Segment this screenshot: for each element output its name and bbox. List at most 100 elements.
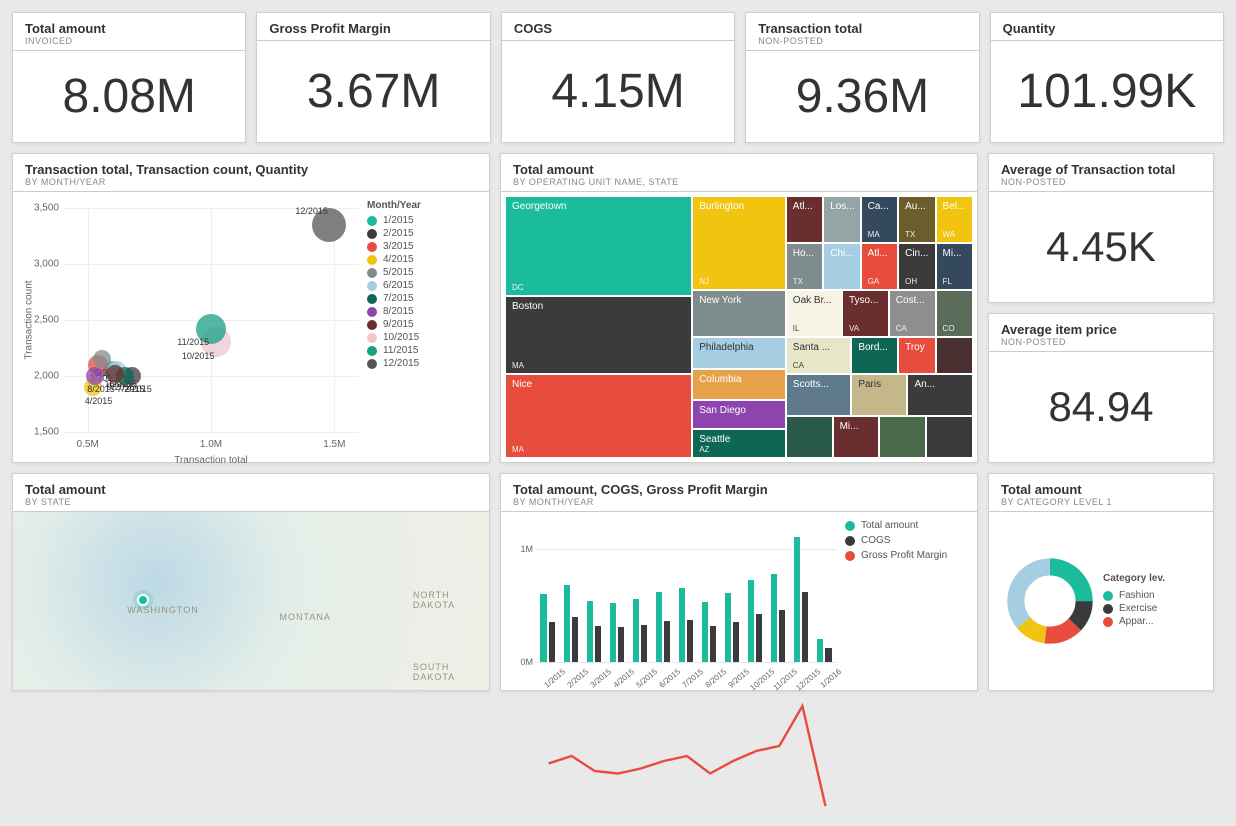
treemap-tile[interactable]: San Diego	[692, 400, 786, 429]
legend-item[interactable]: 2/2015	[367, 228, 479, 239]
treemap-tile[interactable]: Scotts...	[786, 374, 852, 416]
kpi-cogs[interactable]: COGS 4.15M	[501, 12, 735, 143]
kpi-sub: NON-POSTED	[1001, 177, 1201, 187]
kpi-title: Gross Profit Margin	[269, 21, 477, 36]
kpi-value: 9.36M	[746, 51, 978, 142]
kpi-title: Quantity	[1003, 21, 1211, 36]
treemap-area[interactable]: GeorgetownDCBostonMANiceMABurlingtonNJAt…	[505, 196, 973, 458]
treemap-tile[interactable]: Chi...	[823, 243, 860, 290]
dot-icon	[367, 333, 377, 343]
treemap-tile[interactable]: Troy	[898, 337, 935, 374]
treemap-tile[interactable]: Atl...	[786, 196, 823, 243]
legend-item[interactable]: 3/2015	[367, 241, 479, 252]
treemap-tile[interactable]: SeattleAZ	[692, 429, 786, 458]
chart-bar-monthly[interactable]: Total amount, COGS, Gross Profit MarginB…	[500, 473, 978, 691]
treemap-tile[interactable]: Mi...FL	[936, 243, 973, 290]
kpi-gross-profit-margin[interactable]: Gross Profit Margin 3.67M	[256, 12, 490, 143]
kpi-title: Average of Transaction total	[1001, 162, 1201, 177]
y-tick: 3,500	[23, 203, 59, 214]
x-axis-label: Transaction total	[174, 455, 248, 466]
treemap-tile[interactable]: Tyso...VA	[842, 290, 889, 337]
side-kpi-column: Average of Transaction totalNON-POSTED 4…	[988, 153, 1214, 463]
kpi-value: 3.67M	[257, 41, 489, 142]
legend-item[interactable]: COGS	[845, 535, 967, 546]
dot-icon	[367, 255, 377, 265]
scatter-point[interactable]	[106, 365, 124, 383]
kpi-avg-transaction-total[interactable]: Average of Transaction totalNON-POSTED 4…	[988, 153, 1214, 303]
treemap-tile[interactable]: Cost...CA	[889, 290, 936, 337]
legend-item[interactable]: Appar...	[1103, 616, 1203, 627]
chart-scatter-monthly[interactable]: Transaction total, Transaction count, Qu…	[12, 153, 490, 463]
legend-item[interactable]: 12/2015	[367, 358, 479, 369]
row-3: Total amountBY STATE WASHINGTON MONTANA …	[12, 473, 1224, 691]
chart-treemap-operating-unit[interactable]: Total amountBY OPERATING UNIT NAME, STAT…	[500, 153, 978, 463]
kpi-sub: NON-POSTED	[1001, 337, 1201, 347]
treemap-tile[interactable]: Mi...	[833, 416, 880, 458]
treemap-tile[interactable]	[936, 337, 973, 374]
treemap-tile[interactable]	[879, 416, 926, 458]
treemap-tile[interactable]: Paris	[851, 374, 907, 416]
dot-icon	[367, 346, 377, 356]
treemap-tile[interactable]: CO	[936, 290, 973, 337]
scatter-point-label: 12/2015	[295, 206, 328, 216]
scatter-point[interactable]	[86, 367, 104, 385]
treemap-tile[interactable]: Au...TX	[898, 196, 935, 243]
legend-item[interactable]: 8/2015	[367, 306, 479, 317]
treemap-tile[interactable]: Los...	[823, 196, 860, 243]
treemap-tile[interactable]: Santa ...CA	[786, 337, 852, 374]
treemap-tile[interactable]: BostonMA	[505, 296, 692, 375]
dot-icon	[367, 242, 377, 252]
treemap-tile[interactable]: BurlingtonNJ	[692, 196, 786, 290]
treemap-tile[interactable]: An...	[907, 374, 973, 416]
y-tick: 1M	[511, 544, 533, 554]
donut-chart[interactable]	[1005, 556, 1095, 646]
legend-item[interactable]: 4/2015	[367, 254, 479, 265]
legend-item[interactable]: Exercise	[1103, 603, 1203, 614]
treemap-tile[interactable]: Bord...	[851, 337, 898, 374]
legend-item[interactable]: Total amount	[845, 520, 967, 531]
donut-segment[interactable]	[1016, 567, 1084, 635]
treemap-tile[interactable]: Ca...MA	[861, 196, 898, 243]
gross-profit-line[interactable]	[537, 526, 837, 826]
legend-item[interactable]: 6/2015	[367, 280, 479, 291]
y-tick: 1,500	[23, 427, 59, 438]
treemap-tile[interactable]: Ho...TX	[786, 243, 823, 290]
map-area[interactable]: WASHINGTON MONTANA NORTH DAKOTA SOUTH DA…	[13, 512, 489, 690]
legend-item[interactable]: 9/2015	[367, 319, 479, 330]
kpi-transaction-total[interactable]: Transaction totalNON-POSTED 9.36M	[745, 12, 979, 143]
legend-item[interactable]: 10/2015	[367, 332, 479, 343]
kpi-quantity[interactable]: Quantity 101.99K	[990, 12, 1224, 143]
treemap-tile[interactable]	[786, 416, 833, 458]
legend-item[interactable]: 7/2015	[367, 293, 479, 304]
scatter-plot-area[interactable]: Transaction count Transaction total 1,50…	[63, 208, 359, 432]
treemap-tile[interactable]: Columbia	[692, 369, 786, 400]
treemap-tile[interactable]: Oak Br...IL	[786, 290, 842, 337]
chart-title: Total amount, COGS, Gross Profit Margin	[513, 482, 965, 497]
bar-plot-area[interactable]: 0M1M 1/2015 2/2015 3/2015 4/2015 5/2015	[537, 526, 837, 662]
treemap-tile[interactable]: New York	[692, 290, 786, 337]
legend-item[interactable]: 5/2015	[367, 267, 479, 278]
kpi-sub: INVOICED	[25, 36, 233, 46]
legend-item[interactable]: Fashion	[1103, 590, 1203, 601]
kpi-avg-item-price[interactable]: Average item priceNON-POSTED 84.94	[988, 313, 1214, 463]
kpi-title: Average item price	[1001, 322, 1201, 337]
donut-legend: Category lev. Fashion Exercise Appar...	[1095, 573, 1203, 629]
legend-item[interactable]: 1/2015	[367, 215, 479, 226]
treemap-tile[interactable]: GeorgetownDC	[505, 196, 692, 296]
chart-map-state[interactable]: Total amountBY STATE WASHINGTON MONTANA …	[12, 473, 490, 691]
kpi-total-amount[interactable]: Total amountINVOICED 8.08M	[12, 12, 246, 143]
map-pin-icon[interactable]	[137, 594, 149, 606]
dot-icon	[367, 320, 377, 330]
legend-item[interactable]: 11/2015	[367, 345, 479, 356]
treemap-tile[interactable]	[926, 416, 973, 458]
legend-item[interactable]: Gross Profit Margin	[845, 550, 967, 561]
treemap-tile[interactable]: Bel...WA	[936, 196, 973, 243]
treemap-tile[interactable]: Philadelphia	[692, 337, 786, 368]
treemap-tile[interactable]: Atl...GA	[861, 243, 898, 290]
treemap-tile[interactable]: Cin...OH	[898, 243, 935, 290]
x-tick: 1.0M	[200, 439, 222, 450]
treemap-tile[interactable]: NiceMA	[505, 374, 692, 458]
scatter-point-label: 9/2015	[107, 382, 135, 392]
legend-title: Category lev.	[1103, 573, 1203, 584]
chart-donut-category[interactable]: Total amountBY CATEGORY LEVEL 1 Category…	[988, 473, 1214, 691]
